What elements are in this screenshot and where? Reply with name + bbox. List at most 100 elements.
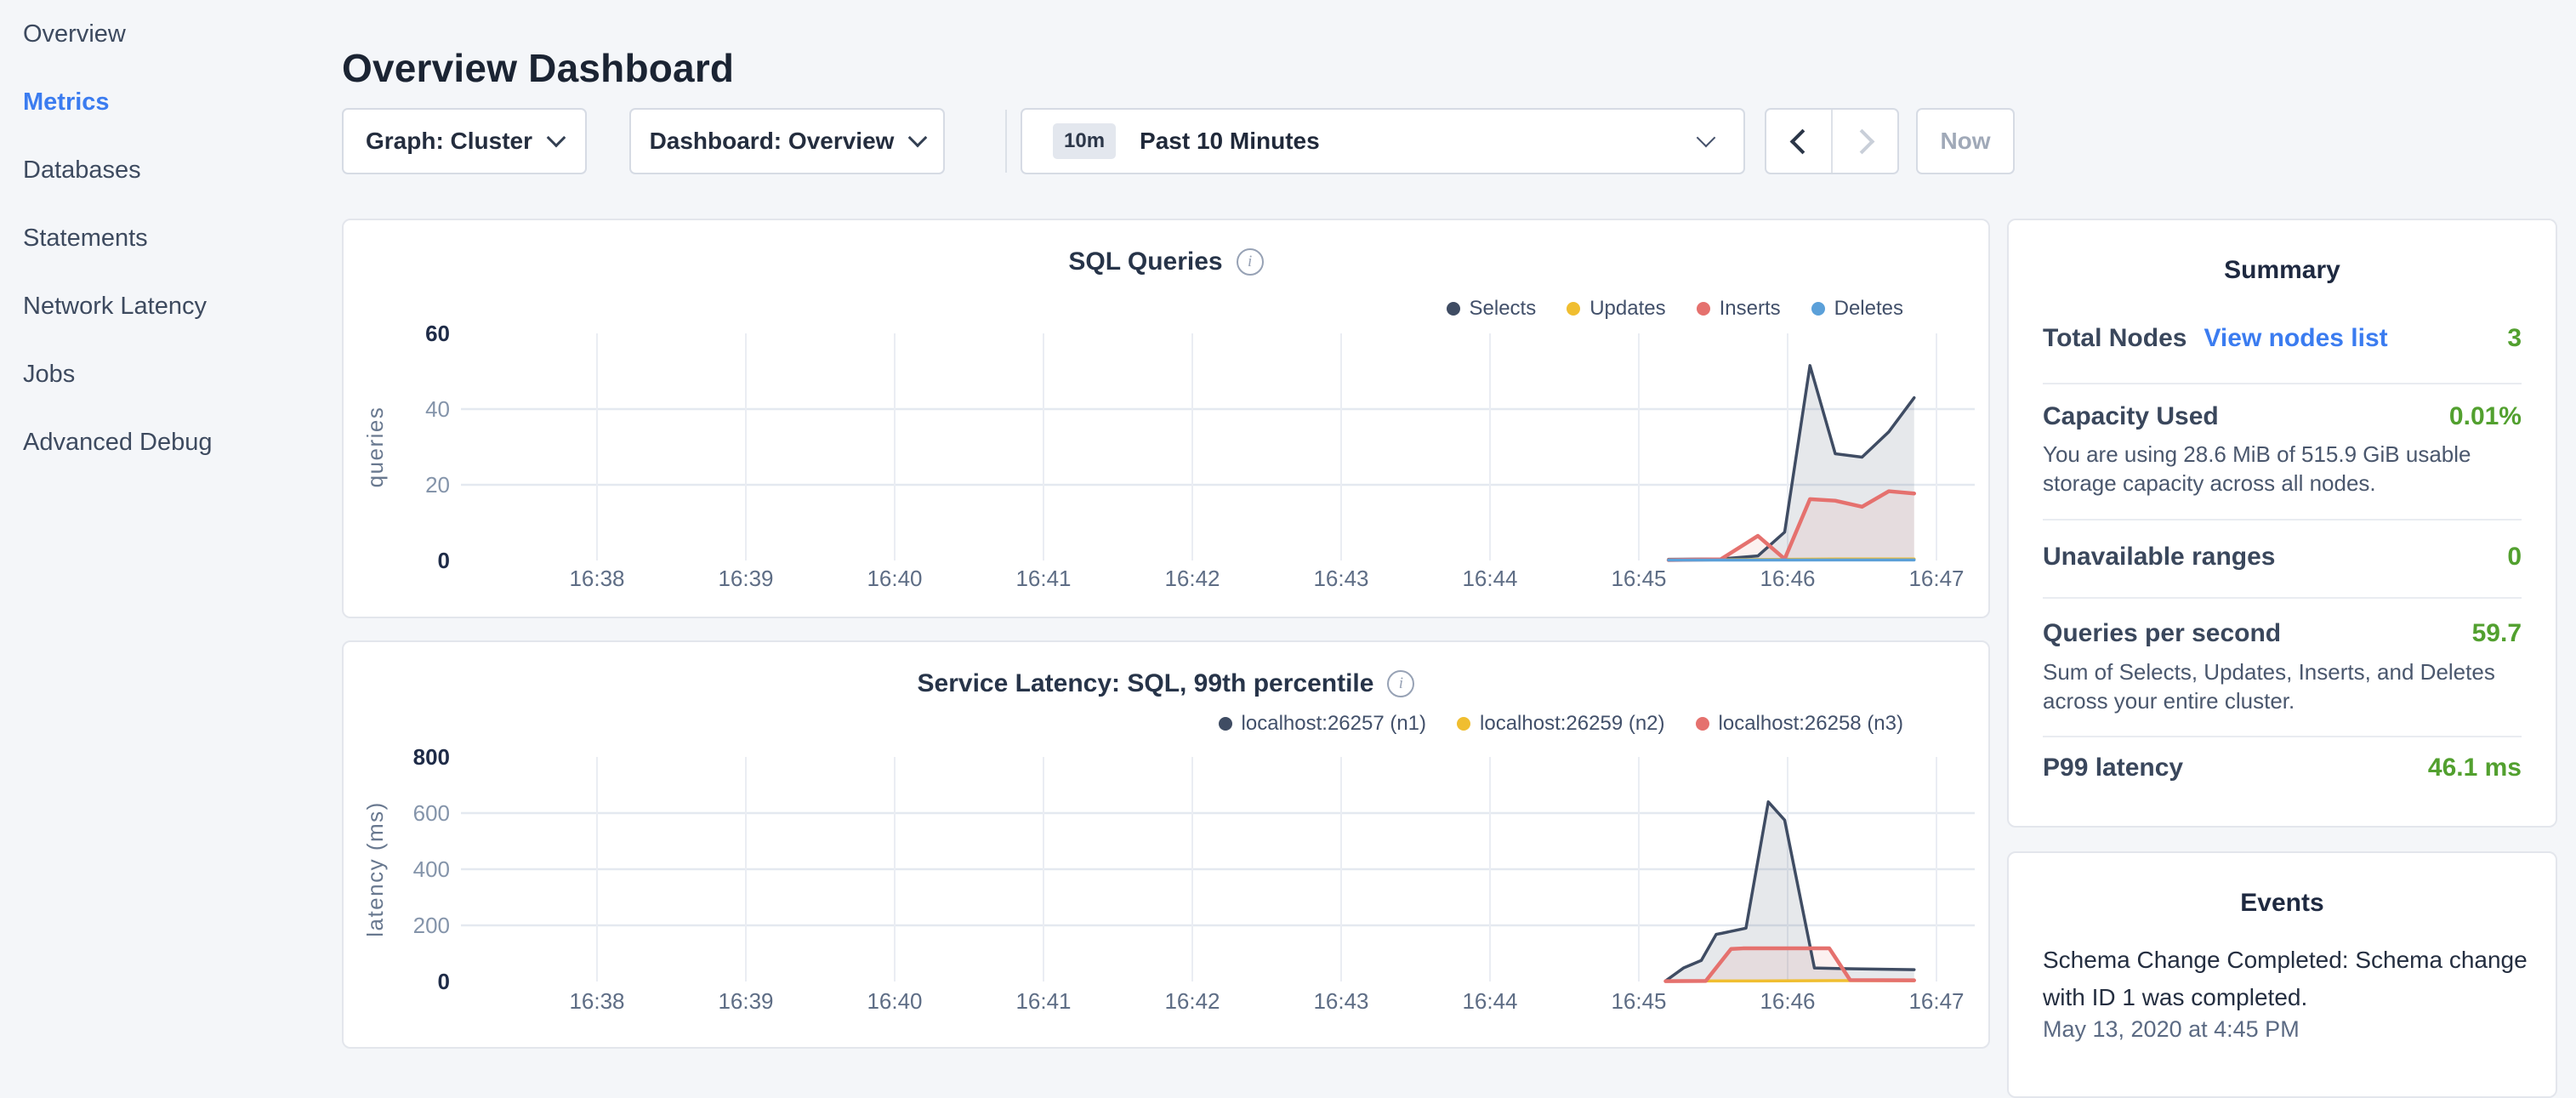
- summary-row-qps: Queries per second 59.7: [2043, 619, 2522, 648]
- svg-text:0: 0: [438, 969, 450, 994]
- svg-text:16:47: 16:47: [1908, 988, 1964, 1014]
- time-pager: [1765, 108, 1899, 174]
- legend-label: Deletes: [1834, 297, 1903, 321]
- graph-dropdown-label: Graph: Cluster: [366, 128, 532, 155]
- time-forward-button[interactable]: [1833, 110, 1897, 173]
- svg-text:20: 20: [425, 472, 450, 498]
- sidebar-item-overview[interactable]: Overview: [0, 0, 342, 68]
- now-button[interactable]: Now: [1916, 108, 2015, 174]
- legend-dot: [1696, 717, 1709, 731]
- sidebar-item-network-latency[interactable]: Network Latency: [0, 272, 342, 340]
- time-back-button[interactable]: [1766, 110, 1833, 173]
- svg-text:16:45: 16:45: [1611, 566, 1666, 591]
- summary-row-unavailable-ranges: Unavailable ranges 0: [2043, 543, 2522, 572]
- dashboard-dropdown-label: Dashboard: Overview: [650, 128, 895, 155]
- service-latency-chart-card: 16:3816:3916:4016:4116:4216:4316:4416:45…: [342, 640, 1990, 1049]
- divider: [2043, 383, 2522, 384]
- legend-item: Inserts: [1697, 297, 1781, 321]
- chart-legend: localhost:26257 (n1) localhost:26259 (n2…: [1219, 712, 1903, 736]
- chart-title: SQL Queries: [1068, 247, 1222, 276]
- svg-text:16:38: 16:38: [569, 566, 624, 591]
- legend-label: localhost:26258 (n3): [1719, 712, 1903, 736]
- queries-per-second-label: Queries per second: [2043, 619, 2281, 648]
- legend-dot: [1697, 302, 1710, 316]
- svg-text:400: 400: [413, 856, 450, 882]
- toolbar: Graph: Cluster Dashboard: Overview 10m P…: [342, 108, 2383, 174]
- chevron-left-icon: [1789, 128, 1815, 154]
- summary-row-p99-latency: P99 latency 46.1 ms: [2043, 754, 2522, 782]
- event-message[interactable]: Schema Change Completed: Schema change w…: [2043, 942, 2534, 1016]
- summary-title: Summary: [2009, 256, 2556, 285]
- summary-row-capacity: Capacity Used 0.01%: [2043, 402, 2522, 431]
- event-timestamp: May 13, 2020 at 4:45 PM: [2043, 1016, 2300, 1043]
- sidebar-item-statements[interactable]: Statements: [0, 204, 342, 272]
- legend-label: localhost:26257 (n1): [1242, 712, 1426, 736]
- time-range-label: Past 10 Minutes: [1140, 128, 1675, 155]
- queries-per-second-value: 59.7: [2472, 619, 2522, 648]
- time-range-badge: 10m: [1053, 123, 1116, 159]
- capacity-used-note: You are using 28.6 MiB of 515.9 GiB usab…: [2043, 440, 2523, 498]
- chart-legend: Selects Updates Inserts Deletes: [1447, 297, 1904, 321]
- svg-text:16:45: 16:45: [1611, 988, 1666, 1014]
- legend-item: Deletes: [1811, 297, 1903, 321]
- divider: [2043, 736, 2522, 737]
- svg-text:40: 40: [425, 396, 450, 422]
- capacity-used-value: 0.01%: [2449, 402, 2522, 431]
- legend-item: Updates: [1567, 297, 1665, 321]
- svg-text:0: 0: [438, 548, 450, 573]
- dashboard-dropdown[interactable]: Dashboard: Overview: [629, 108, 945, 174]
- total-nodes-label: Total Nodes: [2043, 324, 2186, 353]
- svg-text:16:44: 16:44: [1462, 566, 1517, 591]
- chart-title: Service Latency: SQL, 99th percentile: [918, 669, 1374, 698]
- svg-text:16:43: 16:43: [1313, 988, 1368, 1014]
- svg-text:200: 200: [413, 913, 450, 938]
- info-icon[interactable]: i: [1237, 248, 1264, 276]
- chevron-down-icon: [908, 128, 928, 148]
- svg-text:16:40: 16:40: [867, 988, 922, 1014]
- toolbar-divider: [1005, 110, 1007, 173]
- svg-text:16:47: 16:47: [1908, 566, 1964, 591]
- legend-item: localhost:26257 (n1): [1219, 712, 1426, 736]
- svg-text:16:39: 16:39: [718, 988, 773, 1014]
- page-title: Overview Dashboard: [342, 45, 734, 91]
- summary-panel: Summary Total Nodes View nodes list 3 Ca…: [2007, 219, 2557, 828]
- svg-text:60: 60: [425, 321, 450, 346]
- service-latency-chart-canvas[interactable]: 16:3816:3916:4016:4116:4216:4316:4416:45…: [344, 642, 1988, 1047]
- events-panel: Events Schema Change Completed: Schema c…: [2007, 851, 2557, 1098]
- legend-label: Selects: [1470, 297, 1537, 321]
- sidebar-item-advanced-debug[interactable]: Advanced Debug: [0, 408, 342, 476]
- time-range-dropdown[interactable]: 10m Past 10 Minutes: [1021, 108, 1745, 174]
- view-nodes-list-link[interactable]: View nodes list: [2204, 324, 2387, 353]
- p99-latency-label: P99 latency: [2043, 754, 2183, 782]
- total-nodes-value: 3: [2507, 324, 2522, 353]
- legend-label: Inserts: [1720, 297, 1781, 321]
- events-title: Events: [2009, 889, 2556, 918]
- sql-queries-chart-card: 16:3816:3916:4016:4116:4216:4316:4416:45…: [342, 219, 1990, 618]
- divider: [2043, 519, 2522, 521]
- legend-item: localhost:26258 (n3): [1696, 712, 1903, 736]
- svg-text:queries: queries: [362, 407, 388, 488]
- info-icon[interactable]: i: [1387, 670, 1414, 697]
- unavailable-ranges-value: 0: [2507, 543, 2522, 572]
- capacity-used-label: Capacity Used: [2043, 402, 2219, 431]
- sql-queries-chart-canvas[interactable]: 16:3816:3916:4016:4116:4216:4316:4416:45…: [344, 220, 1988, 617]
- svg-text:800: 800: [413, 744, 450, 770]
- legend-dot: [1457, 717, 1470, 731]
- svg-text:16:41: 16:41: [1015, 566, 1071, 591]
- sidebar-item-databases[interactable]: Databases: [0, 136, 342, 204]
- legend-item: Selects: [1447, 297, 1537, 321]
- sidebar-item-jobs[interactable]: Jobs: [0, 340, 342, 408]
- svg-text:16:39: 16:39: [718, 566, 773, 591]
- svg-text:16:40: 16:40: [867, 566, 922, 591]
- chevron-down-icon: [1697, 128, 1716, 148]
- svg-text:16:42: 16:42: [1164, 988, 1220, 1014]
- sidebar-item-metrics[interactable]: Metrics: [0, 68, 342, 136]
- svg-text:16:42: 16:42: [1164, 566, 1220, 591]
- legend-dot: [1567, 302, 1580, 316]
- chevron-right-icon: [1849, 128, 1874, 154]
- graph-dropdown[interactable]: Graph: Cluster: [342, 108, 587, 174]
- chevron-down-icon: [547, 128, 566, 148]
- legend-dot: [1219, 717, 1232, 731]
- legend-item: localhost:26259 (n2): [1457, 712, 1664, 736]
- svg-text:latency (ms): latency (ms): [362, 801, 388, 937]
